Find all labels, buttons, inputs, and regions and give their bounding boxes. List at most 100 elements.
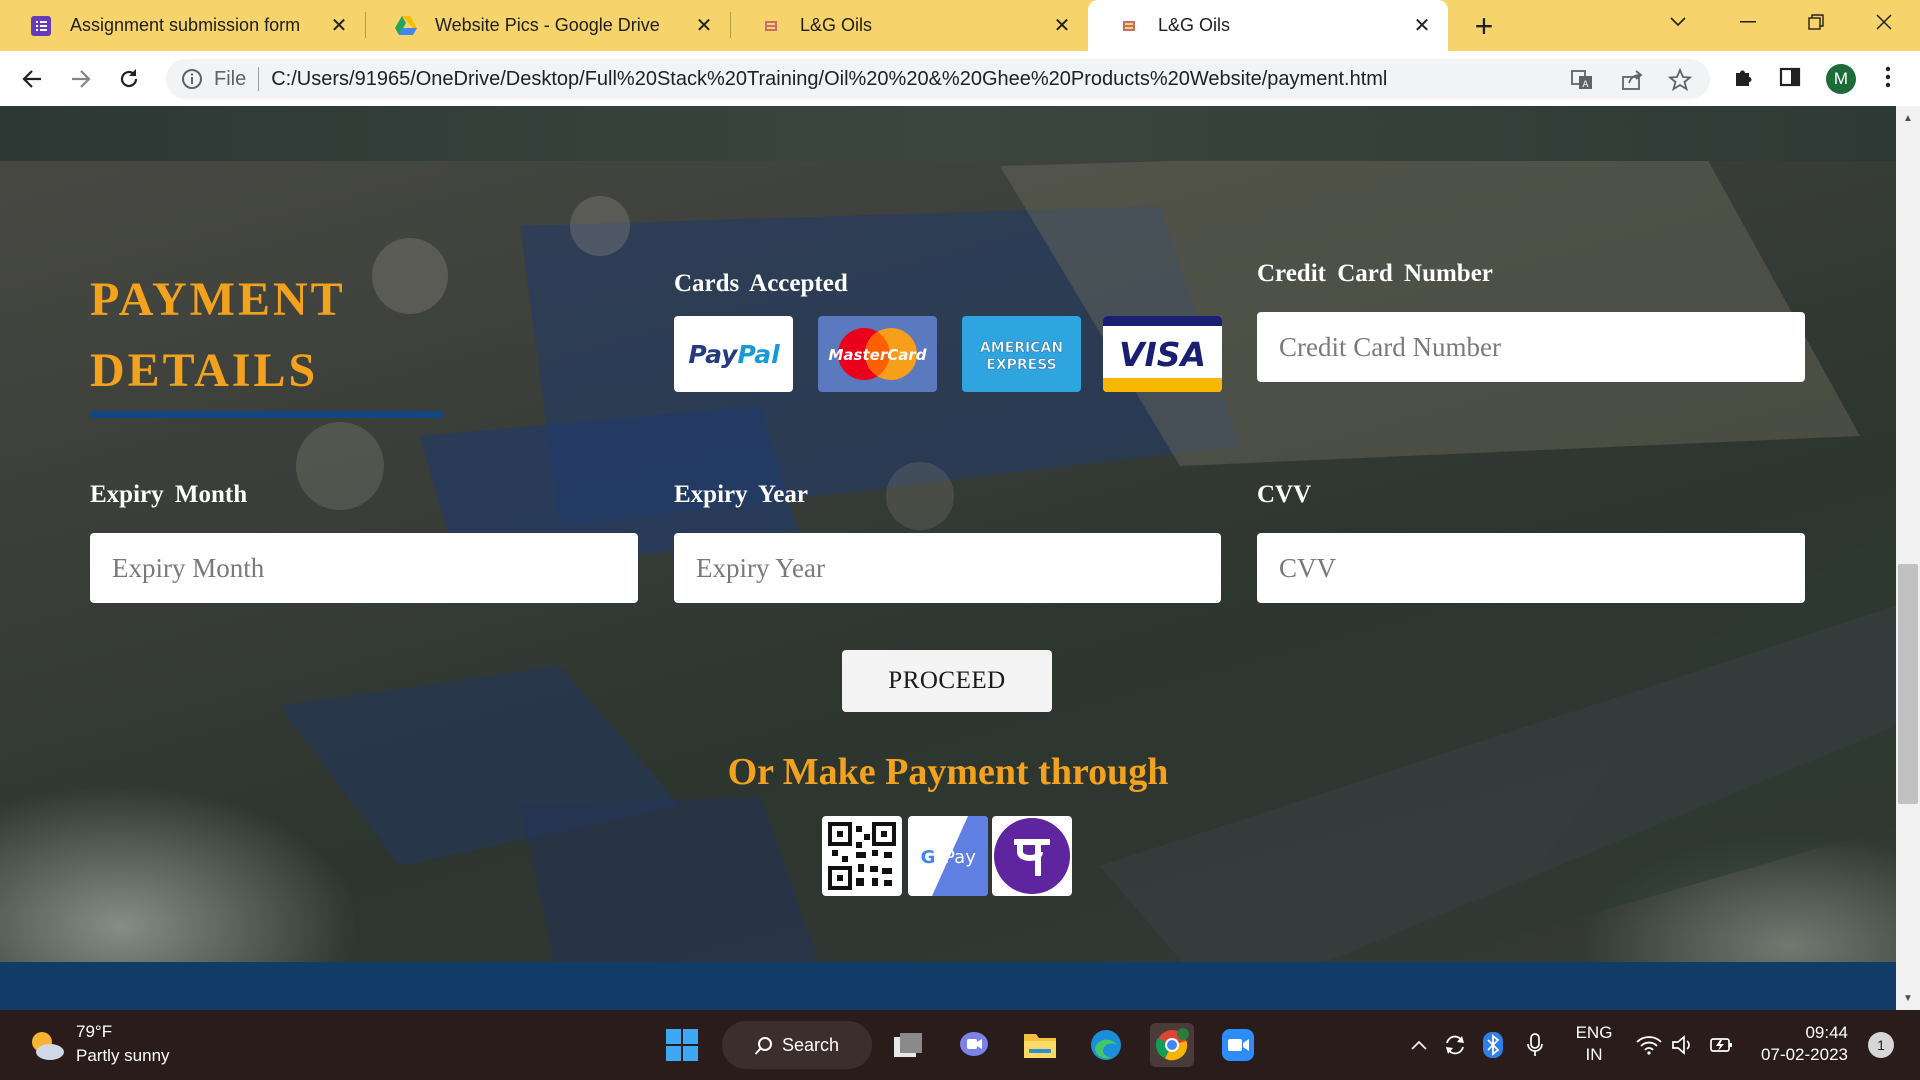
payment-page: PAYMENT DETAILS Cards Accepted PayPal Ma… — [0, 106, 1896, 1010]
show-hidden-icons-chevron-icon[interactable] — [1404, 1030, 1434, 1060]
url-text[interactable]: C:/Users/91965/OneDrive/Desktop/Full%20S… — [271, 68, 1387, 91]
share-icon[interactable] — [1620, 68, 1644, 92]
svg-text:A: A — [1582, 80, 1589, 90]
visa-logo: VISA — [1103, 316, 1222, 392]
phonepe-icon[interactable] — [992, 816, 1072, 896]
expiry-month-input[interactable] — [90, 533, 638, 603]
taskbar-search[interactable]: Search — [722, 1021, 872, 1069]
svg-text:Pay: Pay — [944, 847, 976, 868]
forward-button[interactable] — [64, 62, 98, 96]
google-forms-icon — [30, 15, 52, 37]
bluetooth-icon[interactable] — [1478, 1030, 1508, 1060]
battery-charging-icon[interactable] — [1706, 1030, 1736, 1060]
site-favicon — [760, 15, 782, 37]
scroll-down-arrow-icon[interactable]: ▼ — [1898, 988, 1918, 1008]
translate-icon[interactable]: A — [1570, 68, 1594, 92]
zoom-app-icon[interactable] — [1216, 1023, 1260, 1067]
clock-date: 07-02-2023 — [1761, 1045, 1848, 1064]
new-tab-button[interactable]: + — [1466, 8, 1502, 44]
clock-time: 09:44 — [1805, 1023, 1848, 1042]
notification-count-badge[interactable]: 1 — [1868, 1032, 1894, 1058]
expiry-year-input[interactable] — [674, 533, 1221, 603]
language-indicator[interactable]: ENG IN — [1574, 1022, 1614, 1066]
heading-line-1: PAYMENT — [90, 273, 346, 326]
onedrive-sync-icon[interactable] — [1440, 1030, 1470, 1060]
weather-description[interactable]: Partly sunny — [76, 1046, 170, 1066]
file-explorer-icon[interactable] — [1018, 1023, 1062, 1067]
page-footer-bar — [0, 962, 1896, 1010]
reload-button[interactable] — [112, 62, 146, 96]
tab-title: L&G Oils — [800, 15, 873, 35]
close-icon[interactable]: ✕ — [327, 14, 351, 38]
page-scrollbar[interactable] — [1896, 106, 1920, 1010]
tab-lg-oils[interactable]: L&G Oils ✕ — [730, 0, 1088, 51]
close-icon[interactable]: ✕ — [692, 14, 716, 38]
windows-taskbar: 79°F Partly sunny Search ENG IN 09:44 07… — [0, 1010, 1920, 1080]
tab-assignment-form[interactable]: Assignment submission form ✕ — [0, 0, 365, 51]
scroll-up-arrow-icon[interactable]: ▲ — [1898, 108, 1918, 128]
cards-accepted-label: Cards Accepted — [674, 270, 848, 297]
close-icon[interactable]: ✕ — [1050, 14, 1074, 38]
scrollbar-thumb[interactable] — [1898, 564, 1918, 804]
restore-button[interactable] — [1788, 0, 1844, 44]
start-button[interactable] — [660, 1023, 704, 1067]
proceed-button[interactable]: PROCEED — [842, 650, 1052, 712]
scheme-label: File — [214, 67, 247, 90]
svg-text:PayPal: PayPal — [688, 340, 780, 369]
tab-lg-oils-active[interactable]: L&G Oils ✕ — [1088, 0, 1448, 51]
tab-search-chevron-icon[interactable] — [1650, 0, 1706, 44]
teams-chat-icon[interactable] — [952, 1023, 996, 1067]
info-icon[interactable] — [180, 67, 204, 91]
close-icon[interactable]: ✕ — [1410, 14, 1434, 38]
close-window-button[interactable] — [1856, 0, 1912, 44]
wifi-icon[interactable] — [1634, 1030, 1664, 1060]
side-panel-icon[interactable] — [1776, 63, 1804, 91]
expiry-month-label: Expiry Month — [90, 481, 248, 508]
chrome-browser-icon[interactable] — [1150, 1023, 1194, 1067]
edge-browser-icon[interactable] — [1084, 1023, 1128, 1067]
task-view-icon[interactable] — [886, 1023, 930, 1067]
region-code: IN — [1585, 1045, 1603, 1064]
menu-kebab-icon[interactable] — [1874, 63, 1902, 91]
svg-text:AMERICAN: AMERICAN — [980, 340, 1063, 356]
payment-details-heading: PAYMENT DETAILS — [90, 264, 410, 406]
weather-partly-sunny-icon[interactable] — [28, 1028, 66, 1067]
google-pay-icon[interactable]: G Pay — [908, 816, 988, 896]
google-drive-icon — [395, 15, 417, 37]
weather-temperature[interactable]: 79°F — [76, 1022, 112, 1042]
address-bar[interactable]: File C:/Users/91965/OneDrive/Desktop/Ful… — [166, 59, 1710, 99]
minimize-button[interactable] — [1720, 0, 1776, 44]
alt-payment-heading: Or Make Payment through — [727, 751, 1169, 793]
back-button[interactable] — [15, 62, 49, 96]
search-label: Search — [782, 1034, 840, 1055]
language-code: ENG — [1575, 1023, 1613, 1042]
profile-avatar[interactable]: M — [1826, 64, 1856, 94]
tab-title: Assignment submission form — [70, 15, 301, 35]
heading-underline — [90, 411, 444, 418]
divider — [258, 67, 260, 91]
svg-text:EXPRESS: EXPRESS — [986, 357, 1057, 373]
svg-text:G: G — [921, 847, 936, 868]
page-top-strip — [0, 106, 1896, 161]
bookmark-star-icon[interactable] — [1668, 68, 1692, 92]
tab-google-drive[interactable]: Website Pics - Google Drive ✕ — [365, 0, 730, 51]
expiry-year-label: Expiry Year — [674, 481, 808, 508]
heading-line-2: DETAILS — [90, 344, 319, 397]
svg-text:VISA: VISA — [1119, 335, 1206, 374]
extensions-icon[interactable] — [1730, 63, 1758, 91]
volume-icon[interactable] — [1668, 1030, 1698, 1060]
tab-title: L&G Oils — [1158, 15, 1231, 35]
tab-strip: Assignment submission form ✕ Website Pic… — [0, 0, 1920, 51]
cvv-input[interactable] — [1257, 533, 1805, 603]
credit-card-number-label: Credit Card Number — [1257, 260, 1493, 287]
credit-card-number-input[interactable] — [1257, 312, 1805, 382]
microphone-icon[interactable] — [1520, 1030, 1550, 1060]
system-clock[interactable]: 09:44 07-02-2023 — [1748, 1022, 1848, 1066]
cvv-label: CVV — [1257, 481, 1312, 508]
qr-code-icon[interactable] — [822, 816, 902, 896]
tab-title: Website Pics - Google Drive — [435, 15, 660, 35]
svg-text:MasterCard: MasterCard — [829, 346, 927, 364]
browser-toolbar: File C:/Users/91965/OneDrive/Desktop/Ful… — [0, 51, 1920, 106]
mastercard-logo: MasterCard — [818, 316, 937, 392]
paypal-logo: PayPal — [674, 316, 793, 392]
